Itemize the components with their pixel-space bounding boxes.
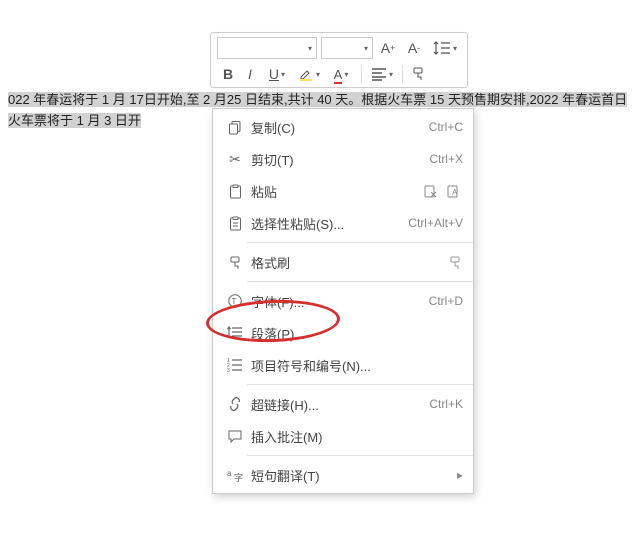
menu-item-insert-comment[interactable]: 插入批注(M) bbox=[213, 420, 473, 452]
highlight-color-button[interactable]: ▾ bbox=[293, 63, 325, 85]
menu-label: 超链接(H)... bbox=[247, 395, 429, 414]
context-menu: 复制(C) Ctrl+C ✂ 剪切(T) Ctrl+X 粘贴 A 选择性粘贴(S… bbox=[212, 108, 474, 494]
svg-text:a: a bbox=[227, 469, 232, 478]
menu-item-translate[interactable]: a字 短句翻译(T) ▸ bbox=[213, 459, 473, 491]
svg-text:A: A bbox=[452, 188, 458, 197]
format-painter-icon bbox=[223, 255, 247, 270]
menu-item-hyperlink[interactable]: 超链接(H)... Ctrl+K bbox=[213, 388, 473, 420]
font-size-select[interactable]: ▾ bbox=[321, 37, 373, 59]
menu-shortcut: Ctrl+K bbox=[429, 397, 463, 411]
menu-shortcut: Ctrl+C bbox=[429, 120, 463, 134]
menu-label: 字体(F)... bbox=[247, 292, 429, 311]
menu-label: 复制(C) bbox=[247, 118, 429, 137]
menu-label: 短句翻译(T) bbox=[247, 466, 457, 485]
menu-label: 剪切(T) bbox=[247, 150, 429, 169]
line-spacing-button[interactable]: ▾ bbox=[429, 37, 461, 59]
paste-keep-formatting-icon[interactable] bbox=[423, 184, 438, 199]
toolbar-row-2: B I U▾ ▾ A ▾ ▾ bbox=[217, 63, 461, 85]
menu-item-font[interactable]: T 字体(F)... Ctrl+D bbox=[213, 285, 473, 317]
chevron-down-icon: ▾ bbox=[364, 44, 368, 53]
font-name-select[interactable]: ▾ bbox=[217, 37, 317, 59]
toolbar-row-1: ▾ ▾ A+ A- ▾ bbox=[217, 37, 461, 59]
increase-font-button[interactable]: A+ bbox=[377, 37, 399, 59]
svg-text:3: 3 bbox=[227, 368, 230, 372]
bold-button[interactable]: B bbox=[217, 63, 239, 85]
menu-item-paragraph[interactable]: 段落(P)... bbox=[213, 317, 473, 349]
menu-item-paste[interactable]: 粘贴 A bbox=[213, 175, 473, 207]
svg-text:字: 字 bbox=[234, 472, 243, 483]
decrease-font-button[interactable]: A- bbox=[403, 37, 425, 59]
menu-divider bbox=[247, 281, 473, 282]
paste-text-only-icon[interactable]: A bbox=[446, 184, 461, 199]
menu-item-format-painter[interactable]: 格式刷 bbox=[213, 246, 473, 278]
list-icon: 123 bbox=[223, 358, 247, 372]
menu-label: 粘贴 bbox=[247, 182, 423, 201]
italic-button[interactable]: I bbox=[239, 63, 261, 85]
submenu-arrow-icon: ▸ bbox=[457, 468, 463, 482]
format-painter-button[interactable] bbox=[407, 63, 429, 85]
menu-divider bbox=[247, 242, 473, 243]
translate-icon: a字 bbox=[223, 468, 247, 483]
link-icon bbox=[223, 397, 247, 411]
menu-shortcut: Ctrl+Alt+V bbox=[408, 216, 463, 230]
comment-icon bbox=[223, 429, 247, 443]
menu-label: 段落(P)... bbox=[247, 324, 463, 343]
align-button[interactable]: ▾ bbox=[366, 63, 398, 85]
menu-divider bbox=[247, 384, 473, 385]
paste-icon bbox=[223, 184, 247, 199]
paste-special-icon bbox=[223, 216, 247, 231]
menu-label: 项目符号和编号(N)... bbox=[247, 356, 463, 375]
menu-label: 选择性粘贴(S)... bbox=[247, 214, 408, 233]
separator bbox=[402, 65, 403, 83]
copy-icon bbox=[223, 120, 247, 135]
separator bbox=[361, 65, 362, 83]
menu-shortcut: Ctrl+X bbox=[429, 152, 463, 166]
menu-item-bullets-numbering[interactable]: 123 项目符号和编号(N)... bbox=[213, 349, 473, 381]
svg-text:T: T bbox=[232, 297, 237, 306]
mini-toolbar: ▾ ▾ A+ A- ▾ B I U▾ ▾ A ▾ ▾ bbox=[210, 32, 468, 88]
menu-label: 格式刷 bbox=[247, 253, 448, 272]
chevron-down-icon: ▾ bbox=[308, 44, 312, 53]
menu-item-paste-special[interactable]: 选择性粘贴(S)... Ctrl+Alt+V bbox=[213, 207, 473, 239]
paste-options: A bbox=[423, 184, 463, 199]
scissors-icon: ✂ bbox=[223, 151, 247, 168]
font-color-button[interactable]: A ▾ bbox=[325, 63, 357, 85]
paragraph-icon bbox=[223, 326, 247, 340]
menu-label: 插入批注(M) bbox=[247, 427, 463, 446]
menu-divider bbox=[247, 455, 473, 456]
underline-button[interactable]: U▾ bbox=[261, 63, 293, 85]
menu-item-copy[interactable]: 复制(C) Ctrl+C bbox=[213, 111, 473, 143]
font-icon: T bbox=[223, 293, 247, 309]
menu-item-cut[interactable]: ✂ 剪切(T) Ctrl+X bbox=[213, 143, 473, 175]
format-painter-tail-icon bbox=[448, 255, 463, 270]
menu-shortcut: Ctrl+D bbox=[429, 294, 463, 308]
